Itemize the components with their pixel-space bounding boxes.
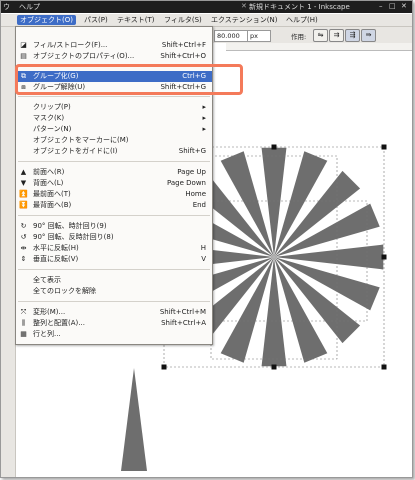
raise-icon: ▲ bbox=[20, 168, 27, 176]
flip-horizontal-icon: ⇹ bbox=[20, 244, 27, 252]
title-fragment: ヘルプ bbox=[19, 3, 40, 11]
fill-stroke-icon: ◪ bbox=[20, 41, 27, 49]
menu-item-lower[interactable]: ▼ 背面へ(L) Page Down bbox=[16, 178, 212, 189]
menu-extensions[interactable]: エクステンション(N) bbox=[208, 15, 281, 25]
menu-item-rotate-cw[interactable]: ↻ 90° 回転、時計回り(9) bbox=[16, 221, 212, 232]
resize-handle[interactable] bbox=[161, 364, 167, 370]
toolbox bbox=[1, 27, 16, 477]
lower-bottom-icon: ⏬ bbox=[19, 201, 28, 209]
menu-item-raise[interactable]: ▲ 前面へ(R) Page Up bbox=[16, 167, 212, 178]
menu-item-objects-to-guides[interactable]: オブジェクトをガイドに(I) Shift+G bbox=[16, 146, 212, 157]
menu-object[interactable]: オブジェクト(O) bbox=[17, 15, 76, 25]
menu-item-mask[interactable]: マスク(K) ▸ bbox=[16, 113, 212, 124]
close-icon[interactable]: ✕ bbox=[401, 2, 407, 10]
menu-separator bbox=[18, 96, 210, 97]
transform-icon: ⤧ bbox=[20, 308, 27, 316]
flip-vertical-icon: ⇕ bbox=[20, 255, 27, 263]
menu-item-unlock-all[interactable]: 全てのロックを解除 bbox=[16, 286, 212, 297]
resize-handle[interactable] bbox=[381, 254, 387, 260]
menu-item-transform[interactable]: ⤧ 変形(M)... Shift+Ctrl+M bbox=[16, 307, 212, 318]
menu-help[interactable]: ヘルプ(H) bbox=[283, 15, 321, 25]
menu-item-unhide-all[interactable]: 全て表示 bbox=[16, 275, 212, 286]
triangle-shape[interactable] bbox=[121, 368, 147, 471]
inkscape-window: ウ ヘルプ 新規ドキュメント 1 - Inkscape ✕ – □ ✕ オブジェ… bbox=[0, 0, 413, 478]
inkscape-logo-icon: ✕ bbox=[241, 2, 247, 10]
menu-separator bbox=[18, 301, 210, 302]
rows-columns-icon: ▦ bbox=[20, 330, 27, 338]
menu-text[interactable]: テキスト(T) bbox=[114, 15, 158, 25]
menu-item-object-properties[interactable]: ▤ オブジェクトのプロパティ(O)... Shift+Ctrl+O bbox=[16, 51, 212, 62]
resize-handle[interactable] bbox=[271, 364, 277, 370]
title-fragment: ウ bbox=[3, 3, 10, 11]
menu-separator bbox=[18, 161, 210, 162]
menu-item-flip-horizontal[interactable]: ⇹ 水平に反転(H) H bbox=[16, 243, 212, 254]
align-icon: ⫼ bbox=[21, 319, 26, 327]
properties-icon: ▤ bbox=[20, 52, 27, 60]
resize-handle[interactable] bbox=[381, 364, 387, 370]
rotate-ccw-icon: ↺ bbox=[20, 233, 27, 241]
submenu-arrow-icon: ▸ bbox=[202, 125, 206, 133]
menu-separator bbox=[18, 215, 210, 216]
menu-item-clip[interactable]: クリップ(P) ▸ bbox=[16, 102, 212, 113]
menu-item-flip-vertical[interactable]: ⇕ 垂直に反転(V) V bbox=[16, 254, 212, 265]
action-label: 作用: bbox=[291, 33, 307, 41]
menu-filter[interactable]: フィルタ(S) bbox=[161, 15, 205, 25]
rotate-cw-icon: ↻ bbox=[20, 222, 27, 230]
menu-item-lower-to-bottom[interactable]: ⏬ 最背面へ(B) End bbox=[16, 200, 212, 211]
menu-item-objects-to-marker[interactable]: オブジェクトをマーカーに(M) bbox=[16, 135, 212, 146]
minimize-icon[interactable]: – bbox=[379, 2, 383, 10]
scale-stroke-icon[interactable]: ⇋ bbox=[313, 29, 328, 42]
annotation-highlight-box bbox=[15, 64, 243, 95]
resize-handle[interactable] bbox=[271, 144, 277, 150]
menu-item-rotate-ccw[interactable]: ↺ 90° 回転、反時計回り(8) bbox=[16, 232, 212, 243]
menu-item-pattern[interactable]: パターン(N) ▸ bbox=[16, 124, 212, 135]
unit-select[interactable]: px bbox=[247, 30, 271, 42]
transform-pattern-icon[interactable]: ⇛ bbox=[361, 29, 376, 42]
resize-handle[interactable] bbox=[381, 144, 387, 150]
menu-separator bbox=[18, 269, 210, 270]
submenu-arrow-icon: ▸ bbox=[202, 103, 206, 111]
submenu-arrow-icon: ▸ bbox=[202, 114, 206, 122]
zoom-field[interactable]: 80.000 bbox=[214, 30, 248, 42]
lower-icon: ▼ bbox=[20, 179, 27, 187]
raise-top-icon: ⏫ bbox=[19, 190, 28, 198]
menu-item-rows-columns[interactable]: ▦ 行と列... bbox=[16, 329, 212, 340]
scale-corners-icon[interactable]: ⇉ bbox=[329, 29, 344, 42]
horizontal-ruler bbox=[226, 43, 412, 51]
menu-item-fill-stroke[interactable]: ◪ フィル/ストローク(F)... Shift+Ctrl+F bbox=[16, 40, 212, 51]
menu-item-raise-to-top[interactable]: ⏫ 最前面へ(T) Home bbox=[16, 189, 212, 200]
transform-gradient-icon[interactable]: ⇶ bbox=[345, 29, 360, 42]
maximize-icon[interactable]: □ bbox=[389, 2, 396, 10]
title-bar: ウ ヘルプ 新規ドキュメント 1 - Inkscape ✕ – □ ✕ bbox=[1, 1, 412, 13]
window-title: 新規ドキュメント 1 - Inkscape bbox=[249, 3, 350, 11]
menu-path[interactable]: パス(P) bbox=[81, 15, 111, 25]
menu-item-align-distribute[interactable]: ⫼ 整列と配置(A)... Shift+Ctrl+A bbox=[16, 318, 212, 329]
